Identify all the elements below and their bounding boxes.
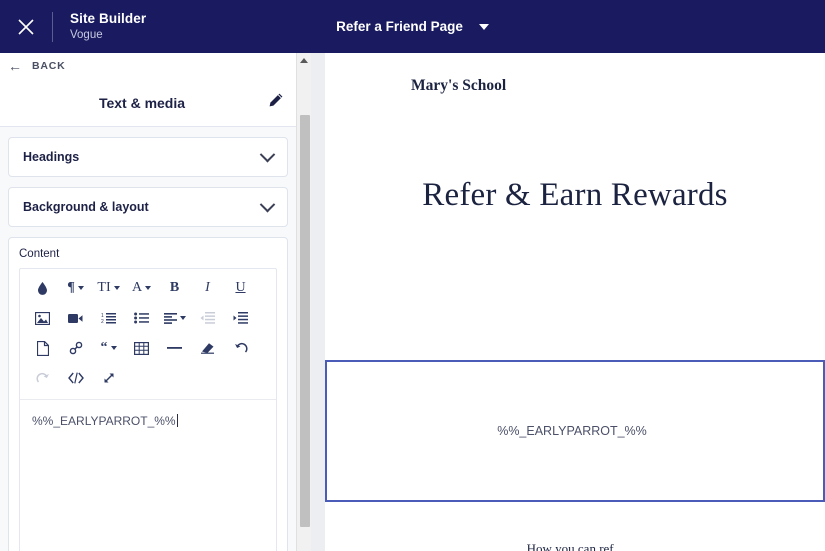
paragraph-format-icon[interactable]: ¶	[59, 275, 92, 301]
preview-hero-heading: Refer & Earn Rewards	[422, 177, 728, 213]
scroll-up-button[interactable]	[297, 53, 311, 68]
app-brand: Site Builder Vogue	[53, 11, 146, 42]
toolbar-row	[20, 363, 276, 393]
pencil-icon	[268, 92, 284, 113]
accordion-background-layout[interactable]: Background & layout	[8, 187, 288, 227]
app-subtitle: Vogue	[70, 28, 103, 41]
page-preview-canvas: Mary's School Refer & Earn Rewards %%_EA…	[325, 53, 825, 551]
chevron-down-icon	[259, 196, 276, 212]
close-button[interactable]	[0, 0, 52, 53]
toolbar-row: ¶ TI A B I U	[20, 273, 276, 303]
arrow-left-icon: ←	[8, 58, 22, 74]
selected-content-block[interactable]: %%_EARLYPARROT_%%	[325, 360, 825, 502]
horizontal-rule-icon[interactable]	[158, 335, 191, 361]
toolbar-row: “	[20, 333, 276, 363]
preview-site-name: Mary's School	[411, 77, 507, 94]
accordion-background-layout-label: Background & layout	[23, 200, 149, 214]
panel-title: Text & media	[98, 94, 186, 111]
rename-button[interactable]	[256, 92, 296, 113]
svg-text:2: 2	[101, 319, 104, 324]
outdent-icon[interactable]	[191, 305, 224, 331]
underline-icon[interactable]: U	[224, 275, 257, 301]
font-size-icon[interactable]: TI	[92, 275, 125, 301]
italic-icon[interactable]: I	[191, 275, 224, 301]
toolbar-row: 1 2	[20, 303, 276, 333]
insert-video-icon[interactable]	[59, 305, 92, 331]
scrollbar-thumb[interactable]	[300, 115, 310, 527]
editor-text: %%_EARLYPARROT_%%	[32, 414, 176, 428]
back-button-label: BACK	[32, 60, 66, 72]
text-cursor	[176, 414, 178, 427]
insert-file-icon[interactable]	[26, 335, 59, 361]
accordion-headings-label: Headings	[23, 150, 80, 164]
preview-footer-peek: How you can ref...	[526, 541, 624, 551]
bold-icon[interactable]: B	[158, 275, 191, 301]
text-color-icon[interactable]	[26, 275, 59, 301]
editor-toolbar: ¶ TI A B I U 1 2 “	[20, 269, 276, 400]
sidebar-scrollbar[interactable]	[296, 53, 311, 551]
rich-text-editor: ¶ TI A B I U 1 2 “ %%_EARLYPARROT_%%	[19, 268, 277, 551]
redo-icon[interactable]	[26, 365, 59, 391]
unordered-list-icon[interactable]	[125, 305, 158, 331]
editor-content-area[interactable]: %%_EARLYPARROT_%%	[20, 400, 276, 551]
indent-icon[interactable]	[224, 305, 257, 331]
canvas-gutter	[311, 53, 325, 551]
page-selector-label: Refer a Friend Page	[336, 19, 463, 34]
insert-link-icon[interactable]	[59, 335, 92, 361]
code-view-icon[interactable]	[59, 365, 92, 391]
close-icon	[17, 18, 35, 36]
accordion-headings[interactable]: Headings	[8, 137, 288, 177]
preview-merge-tag-text: %%_EARLYPARROT_%%	[497, 424, 647, 438]
clear-formatting-icon[interactable]	[191, 335, 224, 361]
panel-header: Text & media	[0, 79, 296, 127]
ordered-list-icon[interactable]: 1 2	[92, 305, 125, 331]
chevron-down-icon	[478, 23, 489, 30]
align-icon[interactable]	[158, 305, 191, 331]
page-selector-button[interactable]: Refer a Friend Page	[336, 19, 489, 34]
app-title: Site Builder	[70, 11, 147, 27]
undo-icon[interactable]	[224, 335, 257, 361]
insert-image-icon[interactable]	[26, 305, 59, 331]
content-section-label: Content	[19, 248, 60, 260]
fullscreen-icon[interactable]	[92, 365, 125, 391]
blockquote-icon[interactable]: “	[92, 335, 125, 361]
chevron-down-icon	[259, 146, 276, 162]
content-section: Content ¶ TI A B I U 1 2 “ %%_EARLYPARRO…	[8, 237, 288, 551]
insert-table-icon[interactable]	[125, 335, 158, 361]
font-family-icon[interactable]: A	[125, 275, 158, 301]
triangle-up-icon	[300, 58, 308, 63]
back-button[interactable]: ← BACK	[0, 53, 296, 79]
editor-sidebar: ← BACK Text & media Headings Background …	[0, 53, 296, 551]
